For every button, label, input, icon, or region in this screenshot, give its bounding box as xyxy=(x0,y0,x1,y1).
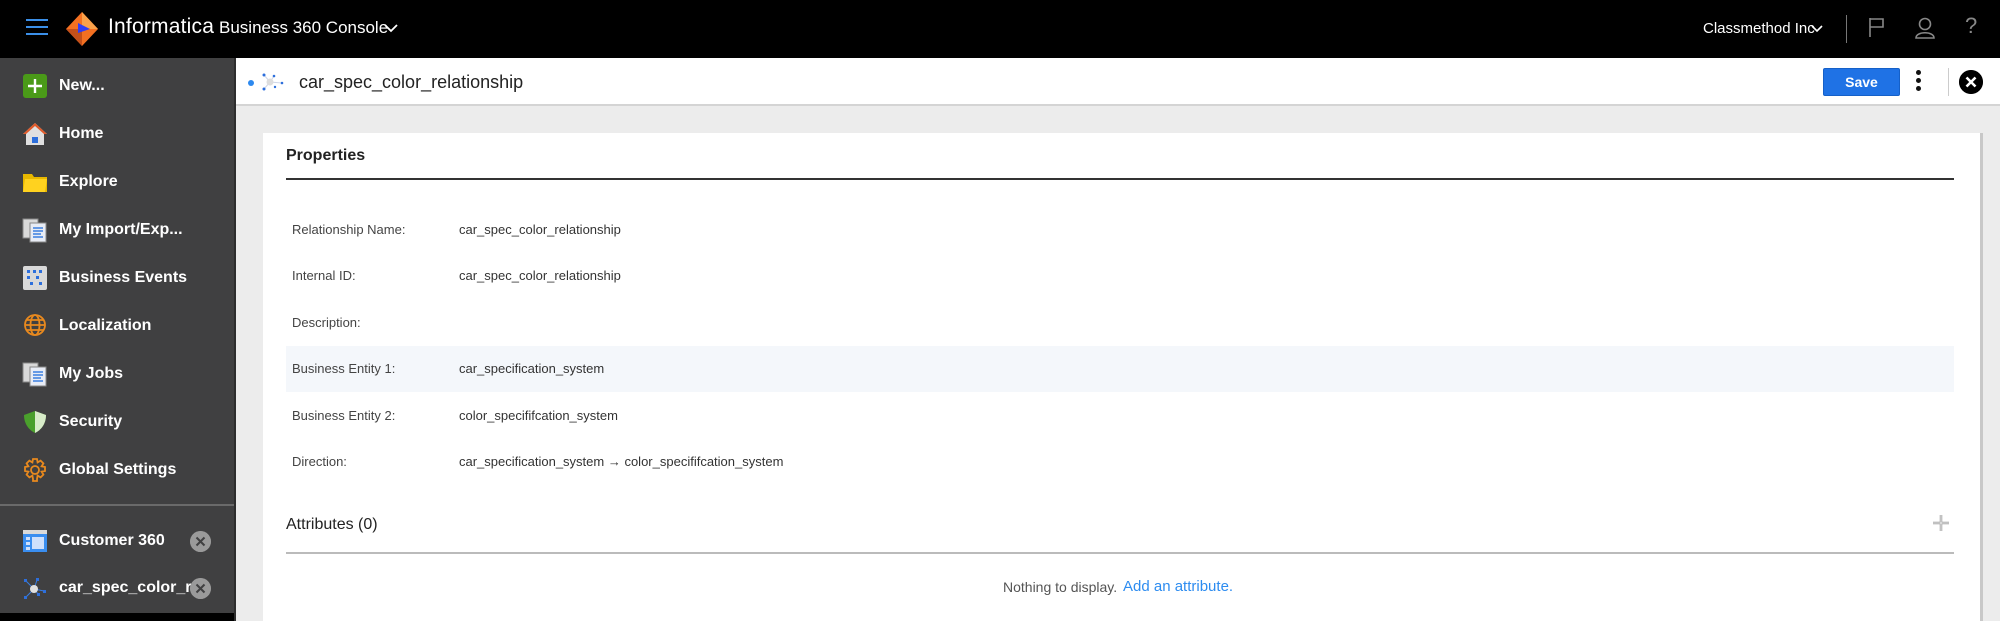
informatica-logo xyxy=(66,12,98,46)
chevron-down-icon[interactable] xyxy=(383,20,399,36)
sidebar-item-label: Business Events xyxy=(59,269,188,286)
add-attribute-icon[interactable] xyxy=(1931,513,1951,533)
property-value: car_spec_color_relationship xyxy=(459,268,621,283)
divider xyxy=(286,178,1954,180)
sidebar-item-label: Global Settings xyxy=(59,461,177,478)
property-label: Description: xyxy=(292,315,361,330)
sidebar-item-security[interactable]: Security xyxy=(0,402,234,442)
sidebar-item-new[interactable]: New... xyxy=(0,66,234,106)
app-window-icon xyxy=(23,530,47,552)
page-header: car_spec_color_relationship Save xyxy=(236,58,2000,106)
sidebar-item-label: Localization xyxy=(59,317,152,334)
flag-icon[interactable] xyxy=(1867,16,1887,38)
business-events-icon xyxy=(23,266,47,290)
more-options-icon[interactable] xyxy=(1914,70,1922,94)
property-row-business-entity-2: Business Entity 2: color_specififcation_… xyxy=(286,393,1954,439)
properties-card: Properties Relationship Name: car_spec_c… xyxy=(263,133,1983,621)
sidebar-item-my-import-export[interactable]: My Import/Exp... xyxy=(0,210,234,250)
sidebar-item-label: Explore xyxy=(59,173,118,190)
property-label: Direction: xyxy=(292,454,347,469)
attributes-title: Attributes (0) xyxy=(286,516,378,533)
property-row-internal-id: Internal ID: car_spec_color_relationship xyxy=(286,253,1954,299)
property-row-relationship-name: Relationship Name: car_spec_color_relati… xyxy=(286,207,1954,253)
property-row-direction: Direction: car_specification_system → co… xyxy=(286,439,1954,485)
relationship-icon xyxy=(262,73,284,91)
sidebar: New... Home Explore My Import/Exp... Bus… xyxy=(0,58,236,621)
folder-icon xyxy=(23,174,47,192)
property-label: Business Entity 2: xyxy=(292,408,396,423)
sidebar-footer xyxy=(0,613,234,621)
open-item-car-spec-color-relationship[interactable]: car_spec_color_r... xyxy=(0,568,234,608)
sidebar-item-label: Security xyxy=(59,413,123,430)
divider xyxy=(1846,15,1847,43)
sidebar-item-label: Customer 360 xyxy=(59,532,165,549)
close-icon[interactable] xyxy=(1959,70,1983,94)
property-value: car_specification_system → color_specifi… xyxy=(459,454,784,469)
sidebar-item-my-jobs[interactable]: My Jobs xyxy=(0,354,234,394)
divider xyxy=(1948,68,1949,96)
property-value: car_specification_system xyxy=(459,361,605,376)
menu-icon[interactable] xyxy=(26,19,48,37)
section-title: Properties xyxy=(286,147,366,164)
product-name[interactable]: Business 360 Console xyxy=(219,18,388,38)
property-label: Internal ID: xyxy=(292,268,356,283)
brand-name: Informatica xyxy=(108,15,215,38)
sidebar-divider xyxy=(0,504,234,506)
globe-icon xyxy=(24,314,46,336)
user-icon[interactable] xyxy=(1914,16,1936,40)
home-icon xyxy=(23,123,47,145)
relationship-icon xyxy=(24,578,46,599)
property-row-description: Description: xyxy=(286,300,1954,346)
divider xyxy=(286,552,1954,554)
shield-icon xyxy=(24,411,46,433)
property-value: color_specififcation_system xyxy=(459,408,618,423)
page-title: car_spec_color_relationship xyxy=(299,72,524,92)
sidebar-item-label: New... xyxy=(59,77,105,94)
sidebar-item-global-settings[interactable]: Global Settings xyxy=(0,450,234,490)
sidebar-item-business-events[interactable]: Business Events xyxy=(0,258,234,298)
documents-icon xyxy=(22,218,47,243)
help-icon[interactable]: ? xyxy=(1965,13,1977,39)
property-value: car_spec_color_relationship xyxy=(459,222,621,237)
add-attribute-link[interactable]: Add an attribute. xyxy=(1123,578,1233,595)
sidebar-item-label: car_spec_color_r... xyxy=(59,579,204,596)
unsaved-indicator xyxy=(248,80,254,86)
close-icon[interactable] xyxy=(190,577,211,599)
gear-icon xyxy=(24,458,46,482)
property-row-business-entity-1: Business Entity 1: car_specification_sys… xyxy=(286,346,1954,392)
org-selector[interactable]: Classmethod Inc xyxy=(1703,20,1815,37)
sidebar-item-label: My Jobs xyxy=(59,365,124,382)
sidebar-item-label: My Import/Exp... xyxy=(59,221,183,238)
open-item-customer-360[interactable]: Customer 360 xyxy=(0,521,234,561)
save-button[interactable]: Save xyxy=(1823,68,1900,96)
documents-icon xyxy=(22,362,47,387)
plus-icon xyxy=(23,74,47,98)
top-bar: Informatica Business 360 Console Classme… xyxy=(0,0,2000,58)
empty-message: Nothing to display. xyxy=(1003,579,1118,595)
property-label: Business Entity 1: xyxy=(292,361,396,376)
sidebar-item-home[interactable]: Home xyxy=(0,114,234,154)
sidebar-item-explore[interactable]: Explore xyxy=(0,162,234,202)
sidebar-item-label: Home xyxy=(59,125,104,142)
chevron-down-icon[interactable] xyxy=(1810,23,1824,35)
sidebar-item-localization[interactable]: Localization xyxy=(0,306,234,346)
property-label: Relationship Name: xyxy=(292,222,406,237)
close-icon[interactable] xyxy=(190,530,211,552)
